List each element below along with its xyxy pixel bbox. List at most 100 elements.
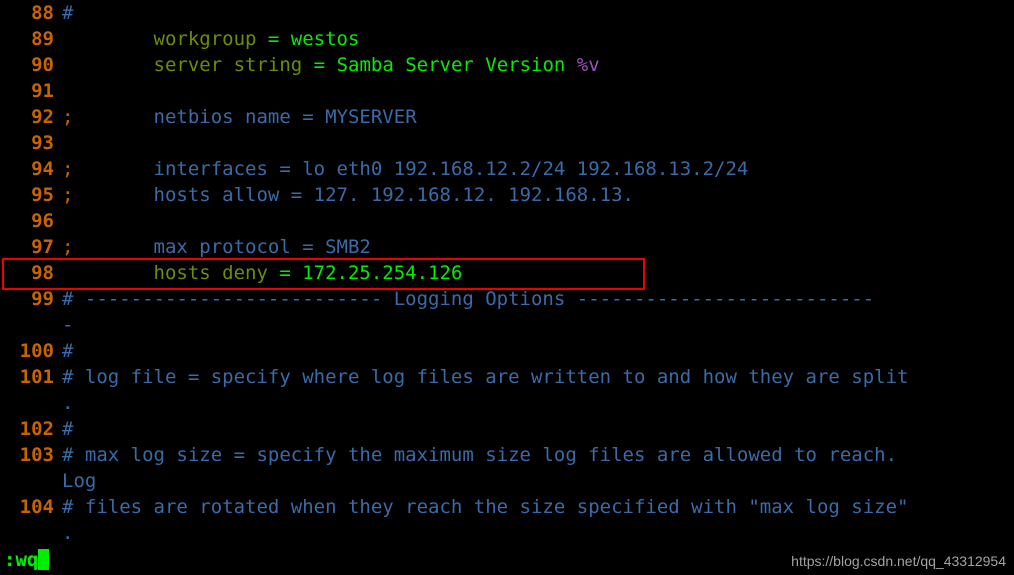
code-token: ; xyxy=(62,106,74,128)
editor-row[interactable]: 96 xyxy=(0,208,1014,234)
code-token: interfaces = lo eth0 192.168.12.2/24 192… xyxy=(153,158,749,180)
code-token: # xyxy=(62,340,74,362)
code-token: 172.25.254.126 xyxy=(302,262,463,284)
line-number: 100 xyxy=(19,340,54,362)
line-number: 99 xyxy=(31,288,54,310)
editor-row[interactable]: 91 xyxy=(0,78,1014,104)
text-cursor xyxy=(38,549,50,570)
code-token: . xyxy=(62,522,74,544)
editor-line-content: server string = Samba Server Version %v xyxy=(54,52,600,78)
line-number: 94 xyxy=(31,158,54,180)
editor-row[interactable]: 100 # xyxy=(0,338,1014,364)
line-number xyxy=(0,468,54,494)
code-token: # files are rotated when they reach the … xyxy=(62,496,909,518)
editor-row[interactable]: 99 # -------------------------- Logging O… xyxy=(0,286,1014,312)
line-number xyxy=(0,390,54,416)
editor-wrapped-row[interactable]: Log xyxy=(0,468,1014,494)
line-number: 95 xyxy=(31,184,54,206)
editor-row[interactable]: 94; interfaces = lo eth0 192.168.12.2/24… xyxy=(0,156,1014,182)
editor-wrapped-row[interactable]: . xyxy=(0,520,1014,545)
editor-row[interactable]: 98 hosts deny = 172.25.254.126 xyxy=(0,260,1014,286)
line-number xyxy=(0,312,54,338)
code-token: # xyxy=(62,418,74,440)
line-number: 104 xyxy=(19,496,54,518)
editor-row[interactable]: 88 # xyxy=(0,0,1014,26)
editor-line-content: . xyxy=(54,390,73,416)
code-token: hosts deny xyxy=(153,262,268,284)
editor-row[interactable]: 104 # files are rotated when they reach t… xyxy=(0,494,1014,520)
code-token: = xyxy=(256,28,291,50)
editor-wrapped-row[interactable]: . xyxy=(0,390,1014,416)
line-number: 101 xyxy=(19,366,54,388)
code-token: max protocol = SMB2 xyxy=(153,236,371,258)
editor-line-content: . xyxy=(54,520,73,545)
vim-buffer[interactable]: 88 #89 workgroup = westos 90 server string… xyxy=(0,0,1014,545)
editor-line-content: ; netbios name = MYSERVER xyxy=(54,104,417,130)
code-token: = xyxy=(267,262,303,284)
code-token: ; xyxy=(62,158,74,180)
line-number: 91 xyxy=(31,80,54,102)
editor-line-content: workgroup = westos xyxy=(54,26,360,52)
editor-row[interactable]: 90 server string = Samba Server Version … xyxy=(0,52,1014,78)
line-number: 98 xyxy=(31,262,54,284)
code-token: Log xyxy=(62,470,97,492)
editor-row[interactable]: 101 # log file = specify where log files … xyxy=(0,364,1014,390)
code-token: ; xyxy=(62,236,74,258)
editor-line-content: # max log size = specify the maximum siz… xyxy=(54,442,897,468)
code-token: server string xyxy=(153,54,303,76)
line-number: 92 xyxy=(31,106,54,128)
code-token: = xyxy=(302,54,337,76)
editor-line-content: Log xyxy=(54,468,96,494)
code-token: . xyxy=(62,392,74,414)
line-number: 93 xyxy=(31,132,54,154)
editor-line-content: # xyxy=(54,416,73,442)
editor-row[interactable]: 97; max protocol = SMB2 xyxy=(0,234,1014,260)
code-token: # xyxy=(62,2,74,24)
line-number: 90 xyxy=(31,54,54,76)
editor-row[interactable]: 89 workgroup = westos xyxy=(0,26,1014,52)
code-token: hosts allow = 127. 192.168.12. 192.168.1… xyxy=(153,184,634,206)
editor-line-content: # log file = specify where log files are… xyxy=(54,364,908,390)
editor-line-content: hosts deny = 172.25.254.126 xyxy=(54,260,463,286)
code-token: Samba Server Version xyxy=(336,54,577,76)
editor-wrapped-row[interactable]: - xyxy=(0,312,1014,338)
editor-row[interactable]: 93 xyxy=(0,130,1014,156)
editor-line-content: ; interfaces = lo eth0 192.168.12.2/24 1… xyxy=(54,156,748,182)
editor-line-content: ; hosts allow = 127. 192.168.12. 192.168… xyxy=(54,182,634,208)
editor-row[interactable]: 103 # max log size = specify the maximum … xyxy=(0,442,1014,468)
line-number: 88 xyxy=(31,2,54,24)
line-number: 96 xyxy=(31,210,54,232)
terminal-screen: 88 #89 workgroup = westos 90 server string… xyxy=(0,0,1014,575)
line-number: 97 xyxy=(31,236,54,258)
code-token: workgroup xyxy=(153,28,257,50)
line-number: 89 xyxy=(31,28,54,50)
code-token: %v xyxy=(576,54,600,76)
editor-line-content: # xyxy=(54,338,73,364)
line-number xyxy=(0,520,54,545)
code-token: westos xyxy=(290,28,360,50)
code-token: # -------------------------- Logging Opt… xyxy=(62,288,875,310)
line-number: 103 xyxy=(19,444,54,466)
editor-line-content: # files are rotated when they reach the … xyxy=(54,494,908,520)
editor-row[interactable]: 102 # xyxy=(0,416,1014,442)
watermark-text: https://blog.csdn.net/qq_43312954 xyxy=(791,553,1006,569)
code-token: - xyxy=(62,314,74,336)
editor-row[interactable]: 95; hosts allow = 127. 192.168.12. 192.1… xyxy=(0,182,1014,208)
code-token: netbios name = MYSERVER xyxy=(153,106,417,128)
line-number: 102 xyxy=(19,418,54,440)
vim-command-text: :wq xyxy=(4,549,39,571)
editor-line-content: ; max protocol = SMB2 xyxy=(54,234,371,260)
code-token: ; xyxy=(62,184,74,206)
editor-line-content: # -------------------------- Logging Opt… xyxy=(54,286,874,312)
editor-row[interactable]: 92; netbios name = MYSERVER xyxy=(0,104,1014,130)
editor-line-content: # xyxy=(54,0,73,26)
code-token: # log file = specify where log files are… xyxy=(62,366,909,388)
editor-line-content: - xyxy=(54,312,73,338)
